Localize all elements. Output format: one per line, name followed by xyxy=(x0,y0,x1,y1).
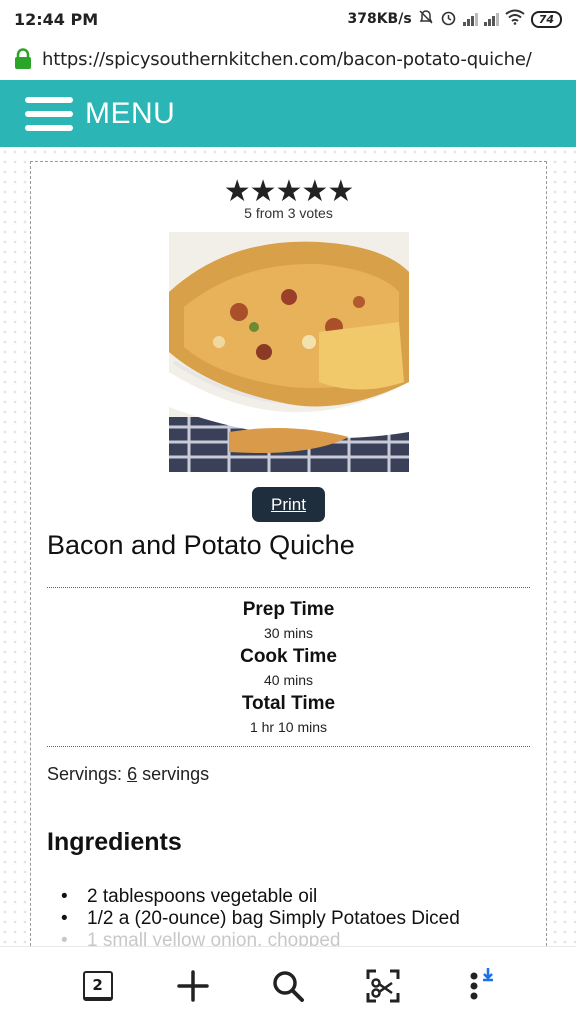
prep-time-value: 30 mins xyxy=(263,625,314,641)
scissors-screenshot-icon xyxy=(366,969,400,1002)
menu-label[interactable]: MENU xyxy=(85,97,175,131)
recipe-times: Prep Time 30 mins Cook Time 40 mins Tota… xyxy=(31,598,546,739)
tabs-button[interactable]: 2 xyxy=(74,962,122,1010)
ingredients-heading: Ingredients xyxy=(47,828,182,856)
plus-icon xyxy=(177,969,209,1002)
battery-indicator: 74 xyxy=(530,10,562,28)
lock-icon xyxy=(14,48,32,70)
site-menu-bar[interactable]: MENU xyxy=(0,80,576,147)
divider-bottom xyxy=(47,746,530,747)
ingredients-list: 2 tablespoons vegetable oil 1/2 a (20-ou… xyxy=(61,886,460,950)
hamburger-menu-icon[interactable] xyxy=(25,96,73,131)
cook-time-value: 40 mins xyxy=(263,672,314,688)
rating-votes: 5 from 3 votes xyxy=(244,205,333,221)
prep-time-label: Prep Time xyxy=(242,599,335,620)
rating-stars[interactable]: ★★★★★ xyxy=(31,176,546,208)
ingredient-item: 1/2 a (20-ounce) bag Simply Potatoes Dic… xyxy=(61,908,460,930)
more-vertical-icon xyxy=(470,967,494,999)
status-bar: 12:44 PM 378KB/s 74 xyxy=(0,0,576,38)
ingredient-item: 2 tablespoons vegetable oil xyxy=(61,886,460,908)
new-tab-button[interactable] xyxy=(169,962,217,1010)
servings: Servings: 6 servings xyxy=(47,764,209,785)
total-time-label: Total Time xyxy=(241,693,336,714)
cook-time-label: Cook Time xyxy=(240,646,337,667)
recipe-card: ★★★★★ 5 from 3 votes Print Bacon and Pot… xyxy=(30,161,547,951)
search-button[interactable] xyxy=(264,962,312,1010)
signal-icon xyxy=(462,12,478,26)
divider-top xyxy=(47,587,530,588)
recipe-title: Bacon and Potato Quiche xyxy=(47,530,355,560)
browser-bottom-nav: 2 xyxy=(0,946,576,1024)
status-time: 12:44 PM xyxy=(14,9,99,29)
alarm-clock-icon xyxy=(440,9,457,30)
servings-count[interactable]: 6 xyxy=(127,764,137,784)
total-time-value: 1 hr 10 mins xyxy=(249,719,328,735)
address-bar[interactable]: https://spicysouthernkitchen.com/bacon-p… xyxy=(0,38,576,80)
search-icon xyxy=(273,970,304,1002)
servings-unit: servings xyxy=(142,764,210,784)
mute-bell-icon xyxy=(418,9,434,29)
overflow-menu-button[interactable] xyxy=(454,962,502,1010)
servings-prefix: Servings: xyxy=(47,764,123,784)
recipe-photo xyxy=(169,232,409,472)
print-button[interactable]: Print xyxy=(252,487,325,522)
signal-icon-2 xyxy=(483,12,499,26)
network-speed: 378KB/s xyxy=(347,11,412,27)
wifi-icon xyxy=(505,9,525,29)
url-text[interactable]: https://spicysouthernkitchen.com/bacon-p… xyxy=(42,49,532,70)
tab-count: 2 xyxy=(82,970,113,1001)
screenshot-button[interactable] xyxy=(359,962,407,1010)
